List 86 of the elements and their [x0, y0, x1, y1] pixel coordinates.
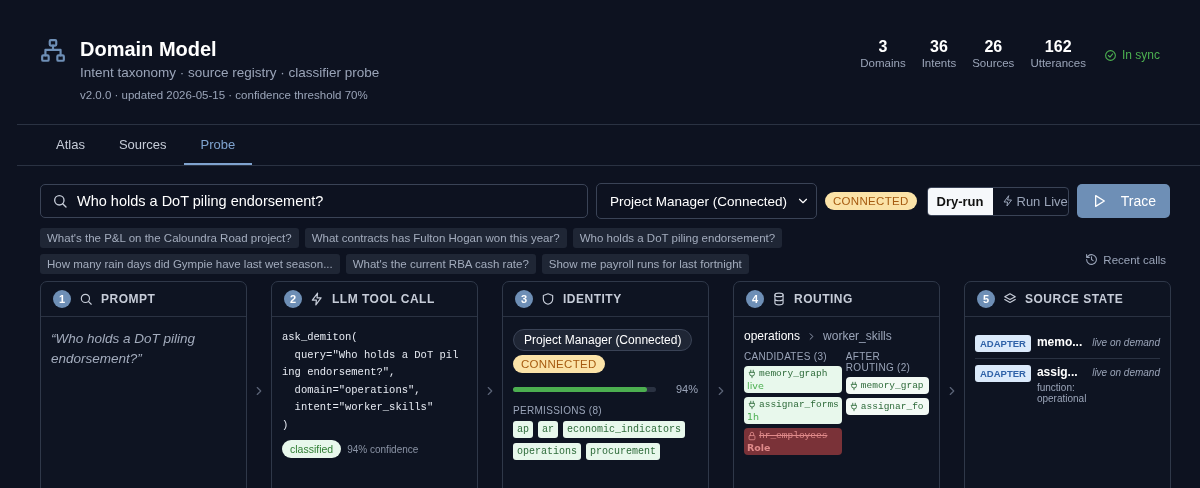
page-subtitle: Intent taxonomy · source registry · classifier probe	[80, 65, 380, 80]
sync-status: In sync	[1122, 48, 1160, 62]
page-title: Domain Model	[80, 38, 218, 61]
shield-icon	[541, 292, 555, 306]
code-line: ask_demiton(	[282, 330, 358, 345]
plug-icon	[747, 399, 757, 410]
source-name: memo...	[1036, 335, 1083, 349]
candidate-chip: assignar_forms 1h	[744, 397, 842, 424]
source-detail: function: operational	[1036, 382, 1085, 404]
step-title: IDENTITY	[563, 292, 622, 306]
permission-tag: ar	[538, 421, 559, 438]
step-title: LLM TOOL CALL	[332, 292, 435, 306]
step-title: SOURCE STATE	[1025, 292, 1124, 306]
adapter-badge: ADAPTER	[975, 335, 1031, 352]
query-field[interactable]: Who holds a DoT piling endorsement?	[40, 184, 588, 218]
source-mode: live on demand	[1092, 367, 1160, 378]
adapter-badge: ADAPTER	[975, 365, 1031, 382]
intent-text: worker_skills	[823, 329, 892, 343]
version-info: v2.0.0 · updated 2026-05-15 · confidence threshold 70%	[80, 89, 369, 101]
code-line: intent="worker_skills"	[293, 400, 434, 415]
source-chip: assignar_fo	[845, 398, 929, 415]
tab[interactable]: Sources	[101, 125, 184, 165]
after-routing-label: AFTER ROUTING (2)	[845, 351, 912, 373]
step-title: ROUTING	[794, 292, 853, 306]
candidates-label: CANDIDATES (3)	[744, 351, 828, 362]
step-title: PROMPT	[101, 292, 156, 306]
stat-label: Sources	[972, 57, 1015, 69]
role-pill: Project Manager (Connected)	[513, 329, 693, 351]
step-number: 4	[746, 290, 764, 308]
recent-calls-button[interactable]: Recent calls	[1079, 252, 1172, 267]
check-circle-icon	[1104, 48, 1117, 62]
example-query-chip[interactable]: Who holds a DoT piling endorsement?	[572, 228, 783, 248]
code-line: )	[282, 417, 289, 433]
mode-button[interactable]: Run Live	[992, 187, 1068, 215]
database-icon	[772, 292, 786, 306]
permission-tag: procurement	[586, 443, 661, 460]
status-badge: CONNECTED	[513, 355, 605, 373]
lightning-icon	[1001, 195, 1014, 207]
step-number: 2	[284, 290, 302, 308]
stat-label: Utterances	[1030, 57, 1086, 69]
mode-button[interactable]: Dry-run	[927, 187, 993, 215]
example-query-chip[interactable]: What's the P&L on the Caloundra Road project?	[40, 228, 299, 248]
lock-icon	[747, 430, 757, 441]
plug-icon	[848, 401, 859, 412]
tab[interactable]: Atlas	[39, 125, 102, 165]
plug-icon	[747, 368, 757, 379]
plug-icon	[848, 380, 859, 391]
layers-icon	[1003, 292, 1017, 306]
prompt-text: “Who holds a DoT piling endorsement?”	[51, 330, 197, 368]
step-number: 3	[515, 290, 533, 308]
source-mode: live on demand	[1092, 337, 1160, 348]
lightning-icon	[310, 292, 324, 306]
stat-label: Intents	[921, 57, 957, 69]
example-query-chip[interactable]: How many rain days did Gympie have last wet season...	[40, 254, 340, 274]
stat-value: 3	[878, 38, 888, 56]
identity-dropdown[interactable]: Project Manager (Connected)	[596, 183, 817, 219]
example-query-chip[interactable]: Show me payroll runs for last fortnight	[541, 254, 749, 274]
status-badge: CONNECTED	[825, 192, 917, 210]
example-query-chip[interactable]: What's the current RBA cash rate?	[345, 254, 536, 274]
example-query-chip[interactable]: What contracts has Fulton Hogan won this year?	[304, 228, 567, 248]
permission-tag: operations	[513, 443, 581, 460]
code-line: query="Who holds a DoT pil	[293, 347, 459, 363]
domain-text: operations	[744, 329, 801, 343]
candidate-chip: hr_employees Role	[744, 428, 842, 455]
stat-label: Domains	[860, 57, 906, 69]
source-chip: memory_grap	[845, 377, 929, 394]
hierarchy-icon	[40, 38, 66, 64]
tab[interactable]: Probe	[183, 125, 253, 165]
step-number: 1	[53, 290, 71, 308]
stat-value: 162	[1044, 38, 1072, 56]
stat-value: 36	[930, 38, 948, 56]
step-number: 5	[977, 290, 995, 308]
permissions-label: PERMISSIONS (8)	[513, 405, 603, 416]
code-line: ing endorsement?",	[282, 365, 396, 380]
permission-tag: economic_indicators	[563, 421, 686, 438]
source-name: assig...	[1036, 365, 1079, 379]
candidate-chip: memory_graph live	[744, 366, 842, 393]
percent-text: 94%	[675, 383, 698, 395]
stat-value: 26	[984, 38, 1003, 56]
permission-tag: ap	[513, 421, 533, 438]
history-icon	[1085, 253, 1099, 266]
status-badge: classified	[282, 440, 342, 458]
search-icon	[52, 193, 68, 209]
code-line: domain="operations",	[293, 382, 421, 398]
confidence-text: 94% confidence	[347, 443, 419, 455]
search-icon	[79, 292, 93, 306]
